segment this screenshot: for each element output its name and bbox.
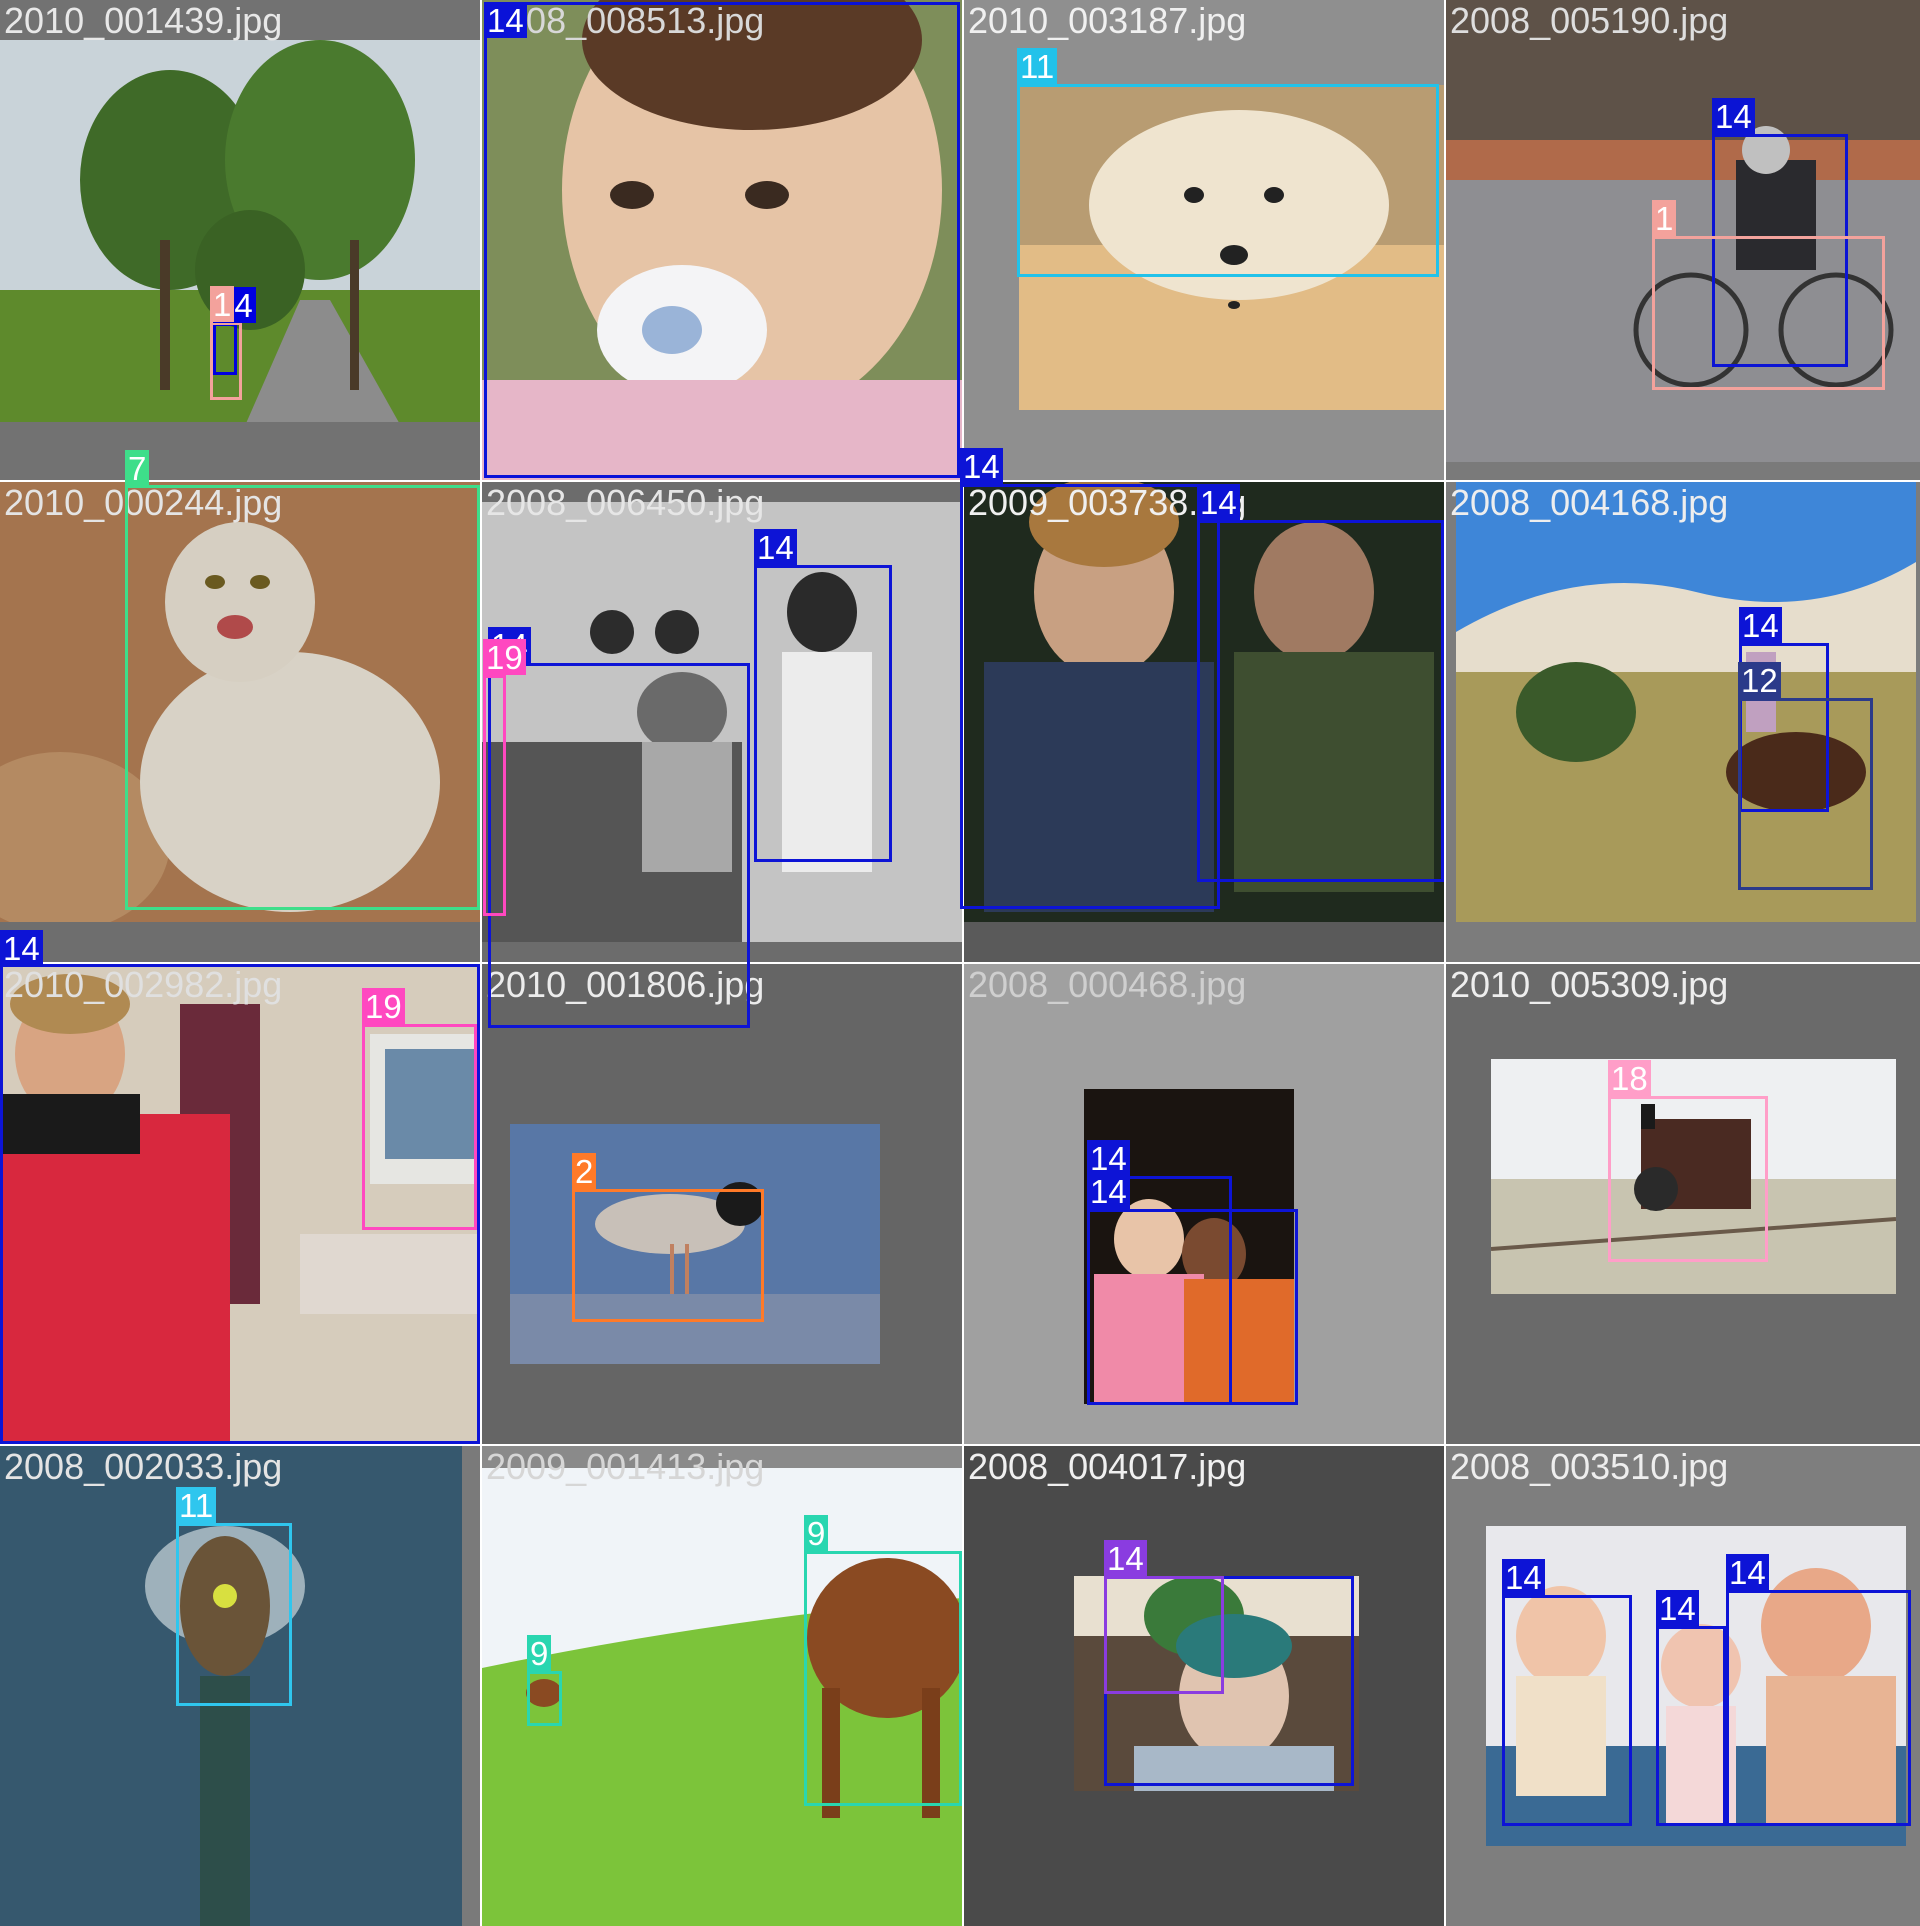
mosaic-tile: 2008_004017.jpg1414	[964, 1446, 1444, 1926]
bounding-box	[1738, 698, 1873, 890]
bounding-box	[1197, 520, 1444, 882]
bounding-box	[527, 1671, 562, 1726]
bounding-box	[1652, 236, 1885, 390]
class-label-tag: 14	[1656, 1590, 1699, 1627]
tile-filename: 2008_004168.jpg	[1450, 482, 1729, 523]
mosaic-tile: 2008_000468.jpg 14 14	[964, 964, 1444, 1444]
bounding-box	[754, 565, 892, 862]
class-label-tag: 14	[1197, 484, 1240, 521]
bounding-box	[804, 1551, 962, 1806]
mosaic-grid: 2010_001439.jpg 14 1 2008_008513.jpg 14 2010_…	[0, 0, 1920, 1926]
mosaic-tile: 2010_001439.jpg 14 1	[0, 0, 480, 480]
bounding-box	[1502, 1595, 1632, 1826]
class-label-tag: 2	[572, 1153, 597, 1190]
tile-filename: 2008_004017.jpg	[968, 1446, 1247, 1487]
tile-filename: 2008_006450.jpg	[486, 482, 765, 523]
mosaic-tile: 2008_004168.jpg 14 12	[1446, 482, 1920, 962]
tile-filename: 2010_005309.jpg	[1450, 964, 1729, 1005]
tile-filename: 2009_001413.jpg	[486, 1446, 765, 1487]
mosaic-tile: 2009_001413.jpg 9 9	[482, 1446, 962, 1926]
mosaic-tile: 2010_000244.jpg 7	[0, 450, 480, 962]
class-label-tag: 14	[960, 448, 1003, 485]
class-label-tag: 7	[125, 450, 150, 487]
mosaic-tile: 2008_008513.jpg 14	[482, 0, 962, 480]
bounding-box	[176, 1523, 292, 1706]
tile-filename: 2010_001439.jpg	[4, 0, 283, 41]
bounding-box	[1104, 1576, 1224, 1694]
bounding-box	[125, 485, 480, 910]
bounding-box	[483, 675, 506, 916]
class-label-tag: 11	[176, 1487, 217, 1524]
class-label-tag: 14	[484, 2, 527, 39]
tile-filename: 2008_005190.jpg	[1450, 0, 1729, 41]
class-label-tag: 18	[1608, 1060, 1651, 1097]
class-label-tag: 9	[527, 1635, 552, 1672]
class-label-tag: 14	[1502, 1559, 1545, 1596]
tile-filename: 2008_000468.jpg	[968, 964, 1247, 1005]
mosaic-tile: 2008_006450.jpg141419	[482, 482, 962, 1028]
mosaic-tile: 2008_003510.jpg 14 14 14	[1446, 1446, 1920, 1926]
class-label-tag: 14	[1087, 1140, 1130, 1177]
mosaic-tile: 2010_005309.jpg 18	[1446, 964, 1920, 1444]
bounding-box	[362, 1024, 477, 1230]
tile-filename: 2008_002033.jpg	[4, 1446, 283, 1487]
tile-filename: 2008_003510.jpg	[1450, 1446, 1729, 1487]
class-label-tag: 14	[1739, 607, 1782, 644]
class-label-tag: 12	[1738, 662, 1781, 699]
mosaic-tile: 2010_002982.jpg 14 19	[0, 930, 480, 1444]
class-label-tag: 14	[1104, 1540, 1147, 1577]
mosaic-tile: 2010_003187.jpg 11	[964, 0, 1444, 480]
class-label-tag: 11	[1017, 48, 1058, 85]
mosaic-tile: 2010_001806.jpg 2	[482, 964, 962, 1444]
mosaic-tile: 2008_002033.jpg 11	[0, 1446, 480, 1926]
bounding-box	[484, 2, 960, 478]
class-label-tag: 1	[210, 286, 235, 323]
bounding-box	[1726, 1590, 1911, 1826]
bounding-box	[1017, 84, 1439, 277]
class-label-tag: 14	[754, 529, 797, 566]
mosaic-tile: 2009_003738.jpg 14 14	[960, 448, 1444, 962]
tile-filename: 2010_003187.jpg	[968, 0, 1247, 41]
class-label-tag: 14	[1712, 98, 1755, 135]
mosaic-tile: 2008_005190.jpg 14 1	[1446, 0, 1920, 480]
bounding-box	[1656, 1626, 1726, 1826]
class-label-tag: 9	[804, 1515, 829, 1552]
class-label-tag: 1	[1652, 200, 1677, 237]
bounding-box	[1608, 1096, 1768, 1262]
bounding-box	[572, 1189, 764, 1322]
bounding-box	[210, 322, 242, 400]
class-label-tag: 19	[483, 639, 526, 676]
class-label-tag: 14	[1087, 1173, 1130, 1210]
bounding-box	[488, 663, 750, 1028]
bounding-box	[960, 484, 1220, 909]
class-label-tag: 14	[0, 930, 43, 967]
class-label-tag: 14	[1726, 1554, 1769, 1591]
bounding-box	[1087, 1209, 1298, 1405]
class-label-tag: 19	[362, 988, 405, 1025]
tile-photo	[1446, 0, 1920, 462]
